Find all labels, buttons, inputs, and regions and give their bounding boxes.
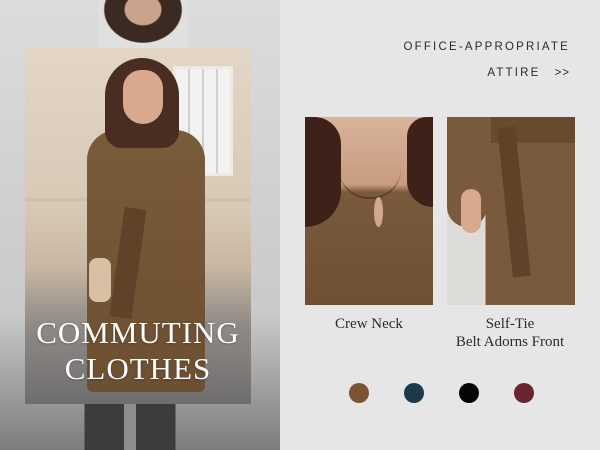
caption-line: Self-Tie	[485, 316, 535, 332]
caption-line: Belt Adorns Front	[455, 334, 565, 350]
detail-hair-left	[305, 117, 341, 227]
headline-line-1: COMMUTING	[36, 315, 240, 350]
kicker-line-2-wrap: ATTIRE >>	[370, 60, 570, 86]
caption-line: Crew Neck	[335, 316, 403, 332]
swatch-burgundy[interactable]	[514, 383, 534, 403]
color-swatches	[349, 383, 539, 403]
background-model-photo-top	[98, 0, 188, 48]
model-face	[123, 70, 163, 124]
self-tie-detail-photo	[447, 117, 575, 305]
swatch-navy[interactable]	[404, 383, 424, 403]
detail-keyhole	[374, 197, 383, 227]
kicker-line-1: OFFICE-APPROPRIATE	[403, 41, 570, 53]
feature-caption-self-tie: Self-Tie Belt Adorns Front	[440, 315, 580, 351]
swatch-black[interactable]	[459, 383, 479, 403]
headline: COMMUTING CLOTHES	[25, 315, 251, 387]
kicker-text: OFFICE-APPROPRIATE ATTIRE >>	[370, 34, 570, 86]
headline-line-2: CLOTHES	[64, 351, 212, 386]
detail-hand	[461, 189, 481, 233]
kicker-line-2: ATTIRE	[487, 67, 541, 79]
background-model-photo-bottom	[70, 404, 190, 450]
kicker-arrows[interactable]: >>	[555, 67, 570, 79]
detail-hair-right	[407, 117, 433, 207]
detail-sash	[497, 126, 531, 278]
feature-caption-crew-neck: Crew Neck	[305, 315, 433, 333]
swatch-brown[interactable]	[349, 383, 369, 403]
clutch-bag	[89, 258, 111, 302]
crew-neck-detail-photo	[305, 117, 433, 305]
detail-neckline	[339, 169, 401, 199]
